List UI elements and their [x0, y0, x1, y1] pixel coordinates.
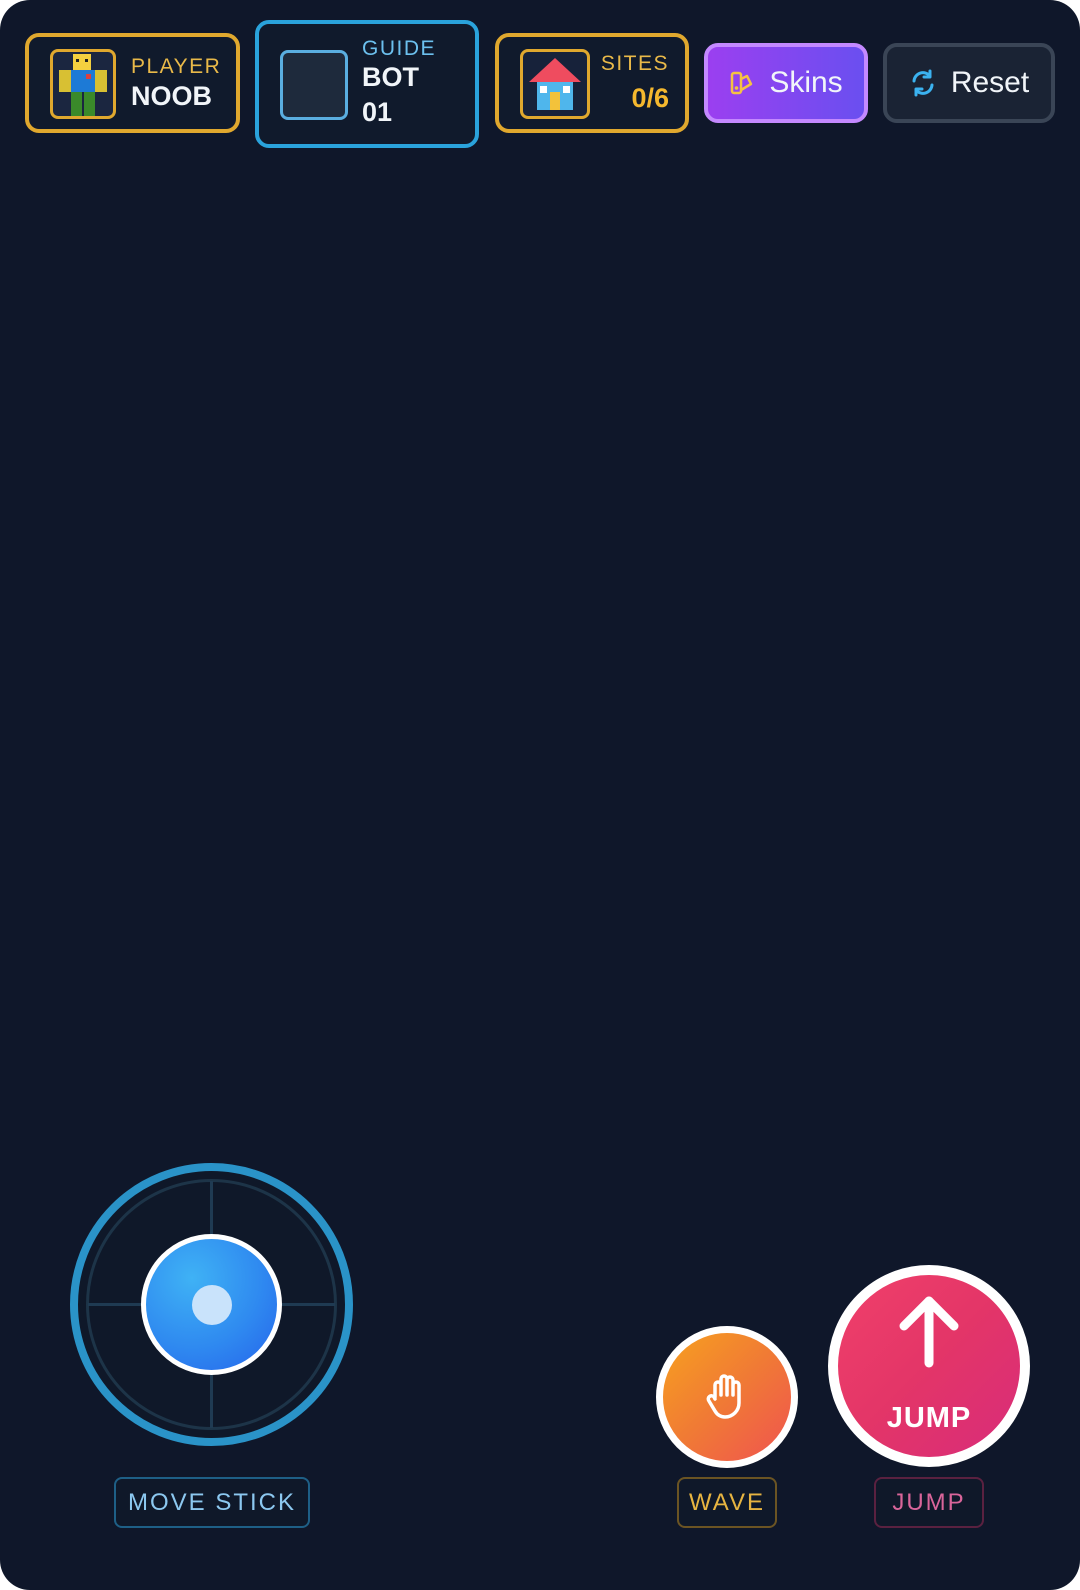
noob-avatar-icon — [50, 49, 116, 119]
joystick-knob[interactable] — [141, 1234, 282, 1375]
skins-button[interactable]: Skins — [704, 43, 868, 123]
sites-label: SITES — [600, 52, 669, 75]
sites-count: 0/6 — [631, 83, 669, 113]
guide-name-line1: BOT — [362, 62, 419, 92]
house-icon — [520, 49, 590, 119]
move-stick-label: MOVE STICK — [114, 1477, 310, 1528]
refresh-icon — [912, 69, 934, 97]
player-label: PLAYER — [131, 55, 222, 78]
game-screen: PLAYER NOOB GUIDE BOT 01 SITES 0/6 Skins… — [0, 0, 1080, 1590]
jump-button-text: JUMP — [886, 1402, 972, 1434]
wave-button[interactable] — [656, 1326, 798, 1468]
guide-name-line2: 01 — [362, 97, 393, 127]
joystick-knob-center — [192, 1285, 232, 1325]
skins-label: Skins — [769, 66, 843, 99]
player-card[interactable]: PLAYER NOOB — [25, 33, 240, 133]
arrow-up-icon — [899, 1296, 959, 1368]
palette-icon — [731, 71, 753, 95]
hand-icon — [706, 1374, 741, 1419]
reset-label: Reset — [950, 66, 1030, 99]
jump-button[interactable]: JUMP — [828, 1265, 1030, 1467]
sites-card[interactable]: SITES 0/6 — [495, 33, 689, 133]
guide-card[interactable]: GUIDE BOT 01 — [255, 20, 479, 148]
reset-button[interactable]: Reset — [883, 43, 1055, 123]
player-name: NOOB — [131, 81, 212, 111]
jump-label: JUMP — [874, 1477, 984, 1528]
guide-label: GUIDE — [362, 37, 437, 60]
wave-label: WAVE — [677, 1477, 777, 1528]
guide-avatar-placeholder — [280, 50, 348, 120]
